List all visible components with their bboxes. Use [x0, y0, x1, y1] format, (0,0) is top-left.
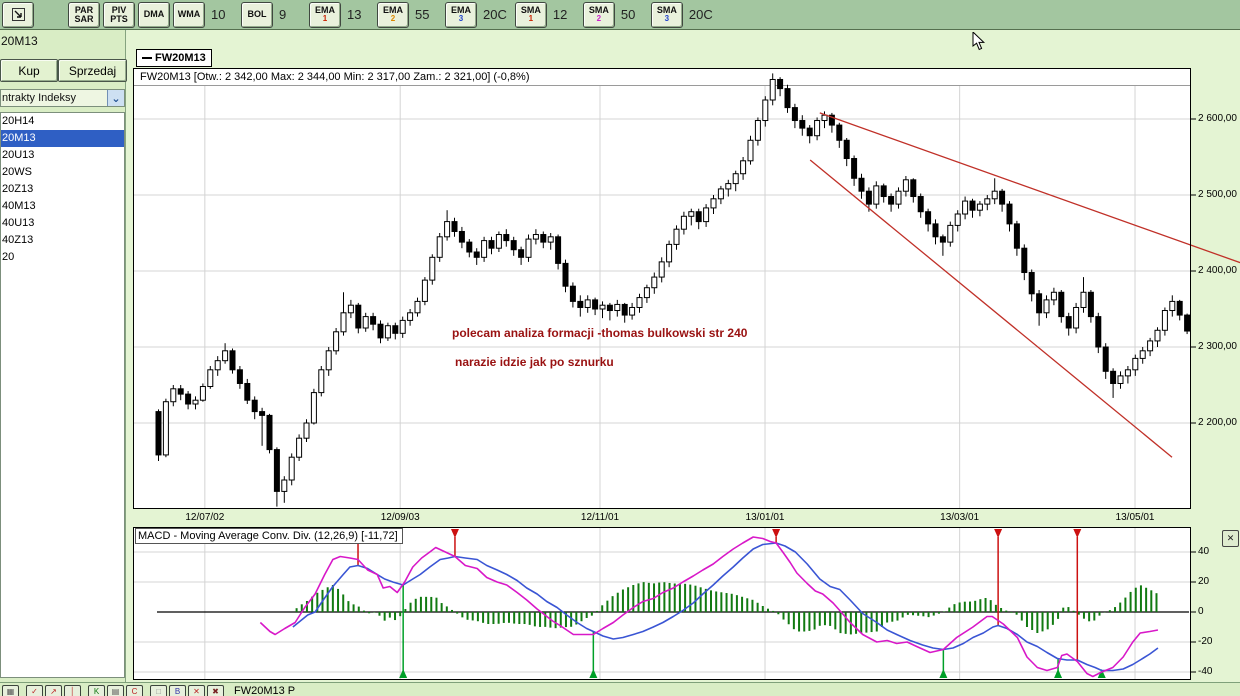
- instrument-list: 20H14 20M13 20U13 20WS 20Z13 40M13 40U13 40Z13 2…: [0, 112, 125, 678]
- category-dropdown-value: ntrakty Indeksy: [2, 92, 76, 104]
- macd-axis-label: 20: [1198, 576, 1210, 587]
- trading-app-window: PAR SAR PIV PTS DMA WMA 10 BOL 9 EMA 1 13 EMA 2 55 EMA 3…: [0, 0, 1240, 696]
- indicator-period-value[interactable]: 12: [553, 7, 575, 22]
- instrument-list-item[interactable]: 20Z13: [1, 181, 124, 198]
- ema-3-button[interactable]: EMA 3: [445, 1, 477, 28]
- cross-icon[interactable]: ✕: [188, 685, 205, 696]
- indicator-period-value[interactable]: 20C: [483, 7, 507, 22]
- close-indicator-button[interactable]: ✕: [1222, 530, 1239, 547]
- ema-1-button[interactable]: EMA 1: [309, 1, 341, 28]
- report-icon[interactable]: □: [150, 685, 167, 696]
- date-axis-label: 12/11/01: [580, 512, 620, 523]
- instrument-list-item[interactable]: 20M13: [1, 130, 124, 147]
- chart-annotation-1: polecam analiza formacji -thomas bulkows…: [452, 326, 748, 340]
- macd-axis-label: -40: [1198, 666, 1213, 677]
- chevron-down-icon[interactable]: ⌄: [107, 90, 124, 106]
- chart-area: FW20M13 FW20M13 [Otw.: 2 342,00 Max: 2 3…: [127, 30, 1240, 682]
- parabolic-sar-button[interactable]: PAR SAR: [68, 1, 100, 28]
- candlestick-chart[interactable]: [133, 68, 1240, 510]
- layout-icon[interactable]: ▤: [107, 685, 124, 696]
- bollinger-button[interactable]: BOL: [241, 1, 273, 28]
- sma-3-button[interactable]: SMA 3: [650, 1, 683, 28]
- compare-icon[interactable]: C: [126, 685, 143, 696]
- sidebar: 20M13 Kup Sprzedaj ntrakty Indeksy ⌄ 20H…: [0, 30, 127, 682]
- series-line-icon: [142, 57, 152, 59]
- sma-2-button[interactable]: SMA 2: [582, 1, 615, 28]
- instrument-list-item[interactable]: 20H14: [1, 113, 124, 130]
- macd-panel[interactable]: MACD - Moving Average Conv. Div. (12,26,…: [133, 527, 1240, 682]
- sidebar-symbol-label: 20M13: [1, 34, 38, 48]
- macd-axis-label: 0: [1198, 606, 1204, 617]
- wma-button[interactable]: WMA: [173, 1, 205, 28]
- dma-button[interactable]: DMA: [138, 1, 170, 28]
- date-axis-label: 13/01/01: [745, 512, 785, 523]
- indicator-period-value[interactable]: 10: [211, 7, 233, 22]
- scissors-icon[interactable]: B: [169, 685, 186, 696]
- indicator-period-value[interactable]: 55: [415, 7, 437, 22]
- indicator-period-value[interactable]: 20C: [689, 7, 713, 22]
- macd-axis-label: 40: [1198, 546, 1210, 557]
- ohlc-header: FW20M13 [Otw.: 2 342,00 Max: 2 344,00 Mi…: [140, 71, 530, 83]
- chart-pointer-icon[interactable]: [2, 1, 34, 28]
- close-icon[interactable]: ✖: [207, 685, 224, 696]
- sma-1-button[interactable]: SMA 1: [514, 1, 547, 28]
- ema-2-button[interactable]: EMA 2: [377, 1, 409, 28]
- statusbar-symbol-text: FW20M13 P: [234, 685, 296, 696]
- buy-button[interactable]: Kup: [0, 59, 58, 82]
- pivot-points-button[interactable]: PIV PTS: [103, 1, 135, 28]
- date-axis-label: 12/09/03: [380, 512, 420, 523]
- price-axis-label: 2 400,00: [1198, 265, 1237, 276]
- instrument-list-item[interactable]: 20WS: [1, 164, 124, 181]
- indicator-period-value[interactable]: 13: [347, 7, 369, 22]
- instrument-list-item[interactable]: 20: [1, 249, 124, 266]
- candlestick-icon[interactable]: │: [64, 685, 81, 696]
- status-bar: ▦ ✓ ↗ │ K ▤ C □ B ✕ ✖ FW20M13 P: [0, 682, 1240, 696]
- save-icon[interactable]: ▦: [2, 685, 19, 696]
- chart-annotation-2: narazie idzie jak po sznurku: [455, 355, 614, 369]
- date-axis-label: 13/03/01: [940, 512, 980, 523]
- chart-tab[interactable]: FW20M13: [136, 49, 212, 67]
- k-lines-icon[interactable]: K: [88, 685, 105, 696]
- chart-tab-label: FW20M13: [155, 52, 206, 64]
- macd-axis-label: -20: [1198, 636, 1213, 647]
- instrument-list-item[interactable]: 20U13: [1, 147, 124, 164]
- indicator-toolbar: PAR SAR PIV PTS DMA WMA 10 BOL 9 EMA 1 13 EMA 2 55 EMA 3…: [0, 0, 1240, 30]
- category-dropdown[interactable]: ntrakty Indeksy ⌄: [0, 89, 125, 107]
- check-icon[interactable]: ✓: [26, 685, 43, 696]
- date-axis-label: 12/07/02: [185, 512, 225, 523]
- instrument-list-item[interactable]: 40M13: [1, 198, 124, 215]
- instrument-list-item[interactable]: 40Z13: [1, 232, 124, 249]
- macd-chart[interactable]: [133, 527, 1240, 681]
- instrument-list-item[interactable]: 40U13: [1, 215, 124, 232]
- trend-arrow-icon[interactable]: ↗: [45, 685, 62, 696]
- price-axis-label: 2 200,00: [1198, 417, 1237, 428]
- macd-indicator-label: MACD - Moving Average Conv. Div. (12,26,…: [135, 528, 403, 544]
- price-axis-label: 2 600,00: [1198, 113, 1237, 124]
- indicator-period-value[interactable]: 50: [621, 7, 643, 22]
- indicator-period-value[interactable]: 9: [279, 7, 301, 22]
- date-axis-label: 13/05/01: [1115, 512, 1155, 523]
- sell-button[interactable]: Sprzedaj: [58, 59, 127, 82]
- price-chart-panel[interactable]: FW20M13 [Otw.: 2 342,00 Max: 2 344,00 Mi…: [133, 68, 1240, 510]
- price-axis-label: 2 500,00: [1198, 189, 1237, 200]
- price-axis-label: 2 300,00: [1198, 341, 1237, 352]
- date-axis: 12/07/02 12/09/03 12/11/01 13/01/01 13/03/01…: [133, 511, 1240, 527]
